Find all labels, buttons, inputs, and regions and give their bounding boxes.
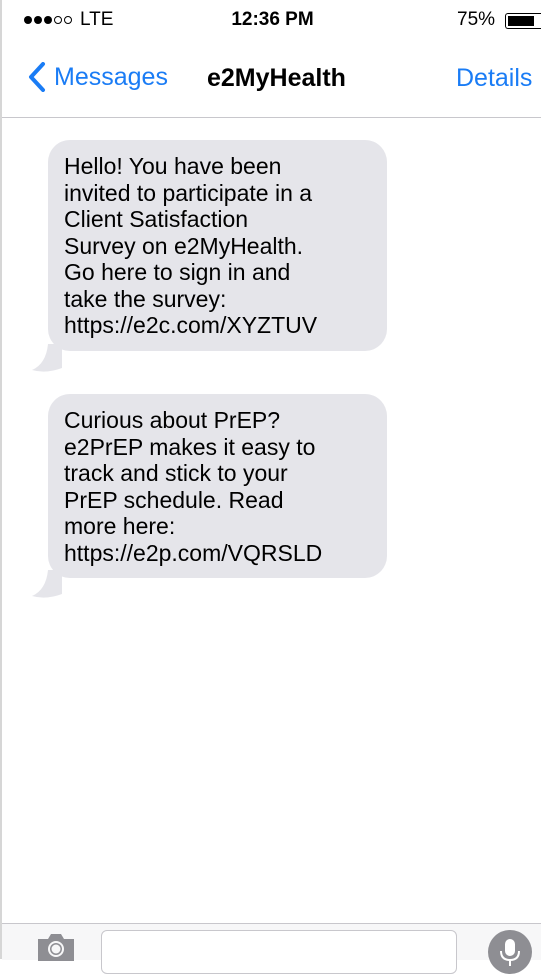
bubble-tail [32,344,62,372]
message-line: track and stick to your [64,460,288,486]
phone-screen: LTE 12:36 PM 75% Messages e2MyHealth Det… [0,0,541,974]
chevron-left-icon [29,62,45,92]
message-link[interactable]: https://e2p.com/VQRSLD [64,540,375,567]
microphone-icon [500,939,520,966]
back-button[interactable]: Messages [28,62,168,92]
message-line: Go here to sign in and [64,259,291,285]
message-input[interactable] [101,930,457,974]
message-line: Curious about PrEP? [64,407,281,433]
message-line: e2PrEP makes it easy to [64,433,316,460]
battery-level [508,16,534,26]
message-line: Hello! You have been [64,153,282,179]
navigation-bar: Messages e2MyHealth Details [2,40,541,118]
message-line: Survey on e2MyHealth. [64,232,304,259]
battery-icon [505,13,541,29]
back-label: Messages [54,62,168,91]
message-list: Hello! You have been invited to particip… [2,118,541,923]
camera-icon[interactable] [36,932,76,962]
input-bar [2,923,541,974]
message-line: invited to participate in a [64,179,313,206]
details-button[interactable]: Details [456,64,532,93]
message-bubble[interactable]: Hello! You have been invited to particip… [48,140,387,351]
battery-percent: 75% [457,9,496,30]
status-bar: LTE 12:36 PM 75% [2,0,541,40]
message-link[interactable]: https://e2c.com/XYZTUV [64,312,375,339]
message-bubble[interactable]: Curious about PrEP? e2PrEP makes it easy… [48,394,387,578]
message-line: Client Satisfaction [64,206,249,232]
message-line: PrEP schedule. Read [64,486,284,513]
message-line: more here: [64,513,176,539]
microphone-button[interactable] [488,930,532,974]
message-line: take the survey: [64,285,227,312]
conversation-title: e2MyHealth [207,64,346,92]
